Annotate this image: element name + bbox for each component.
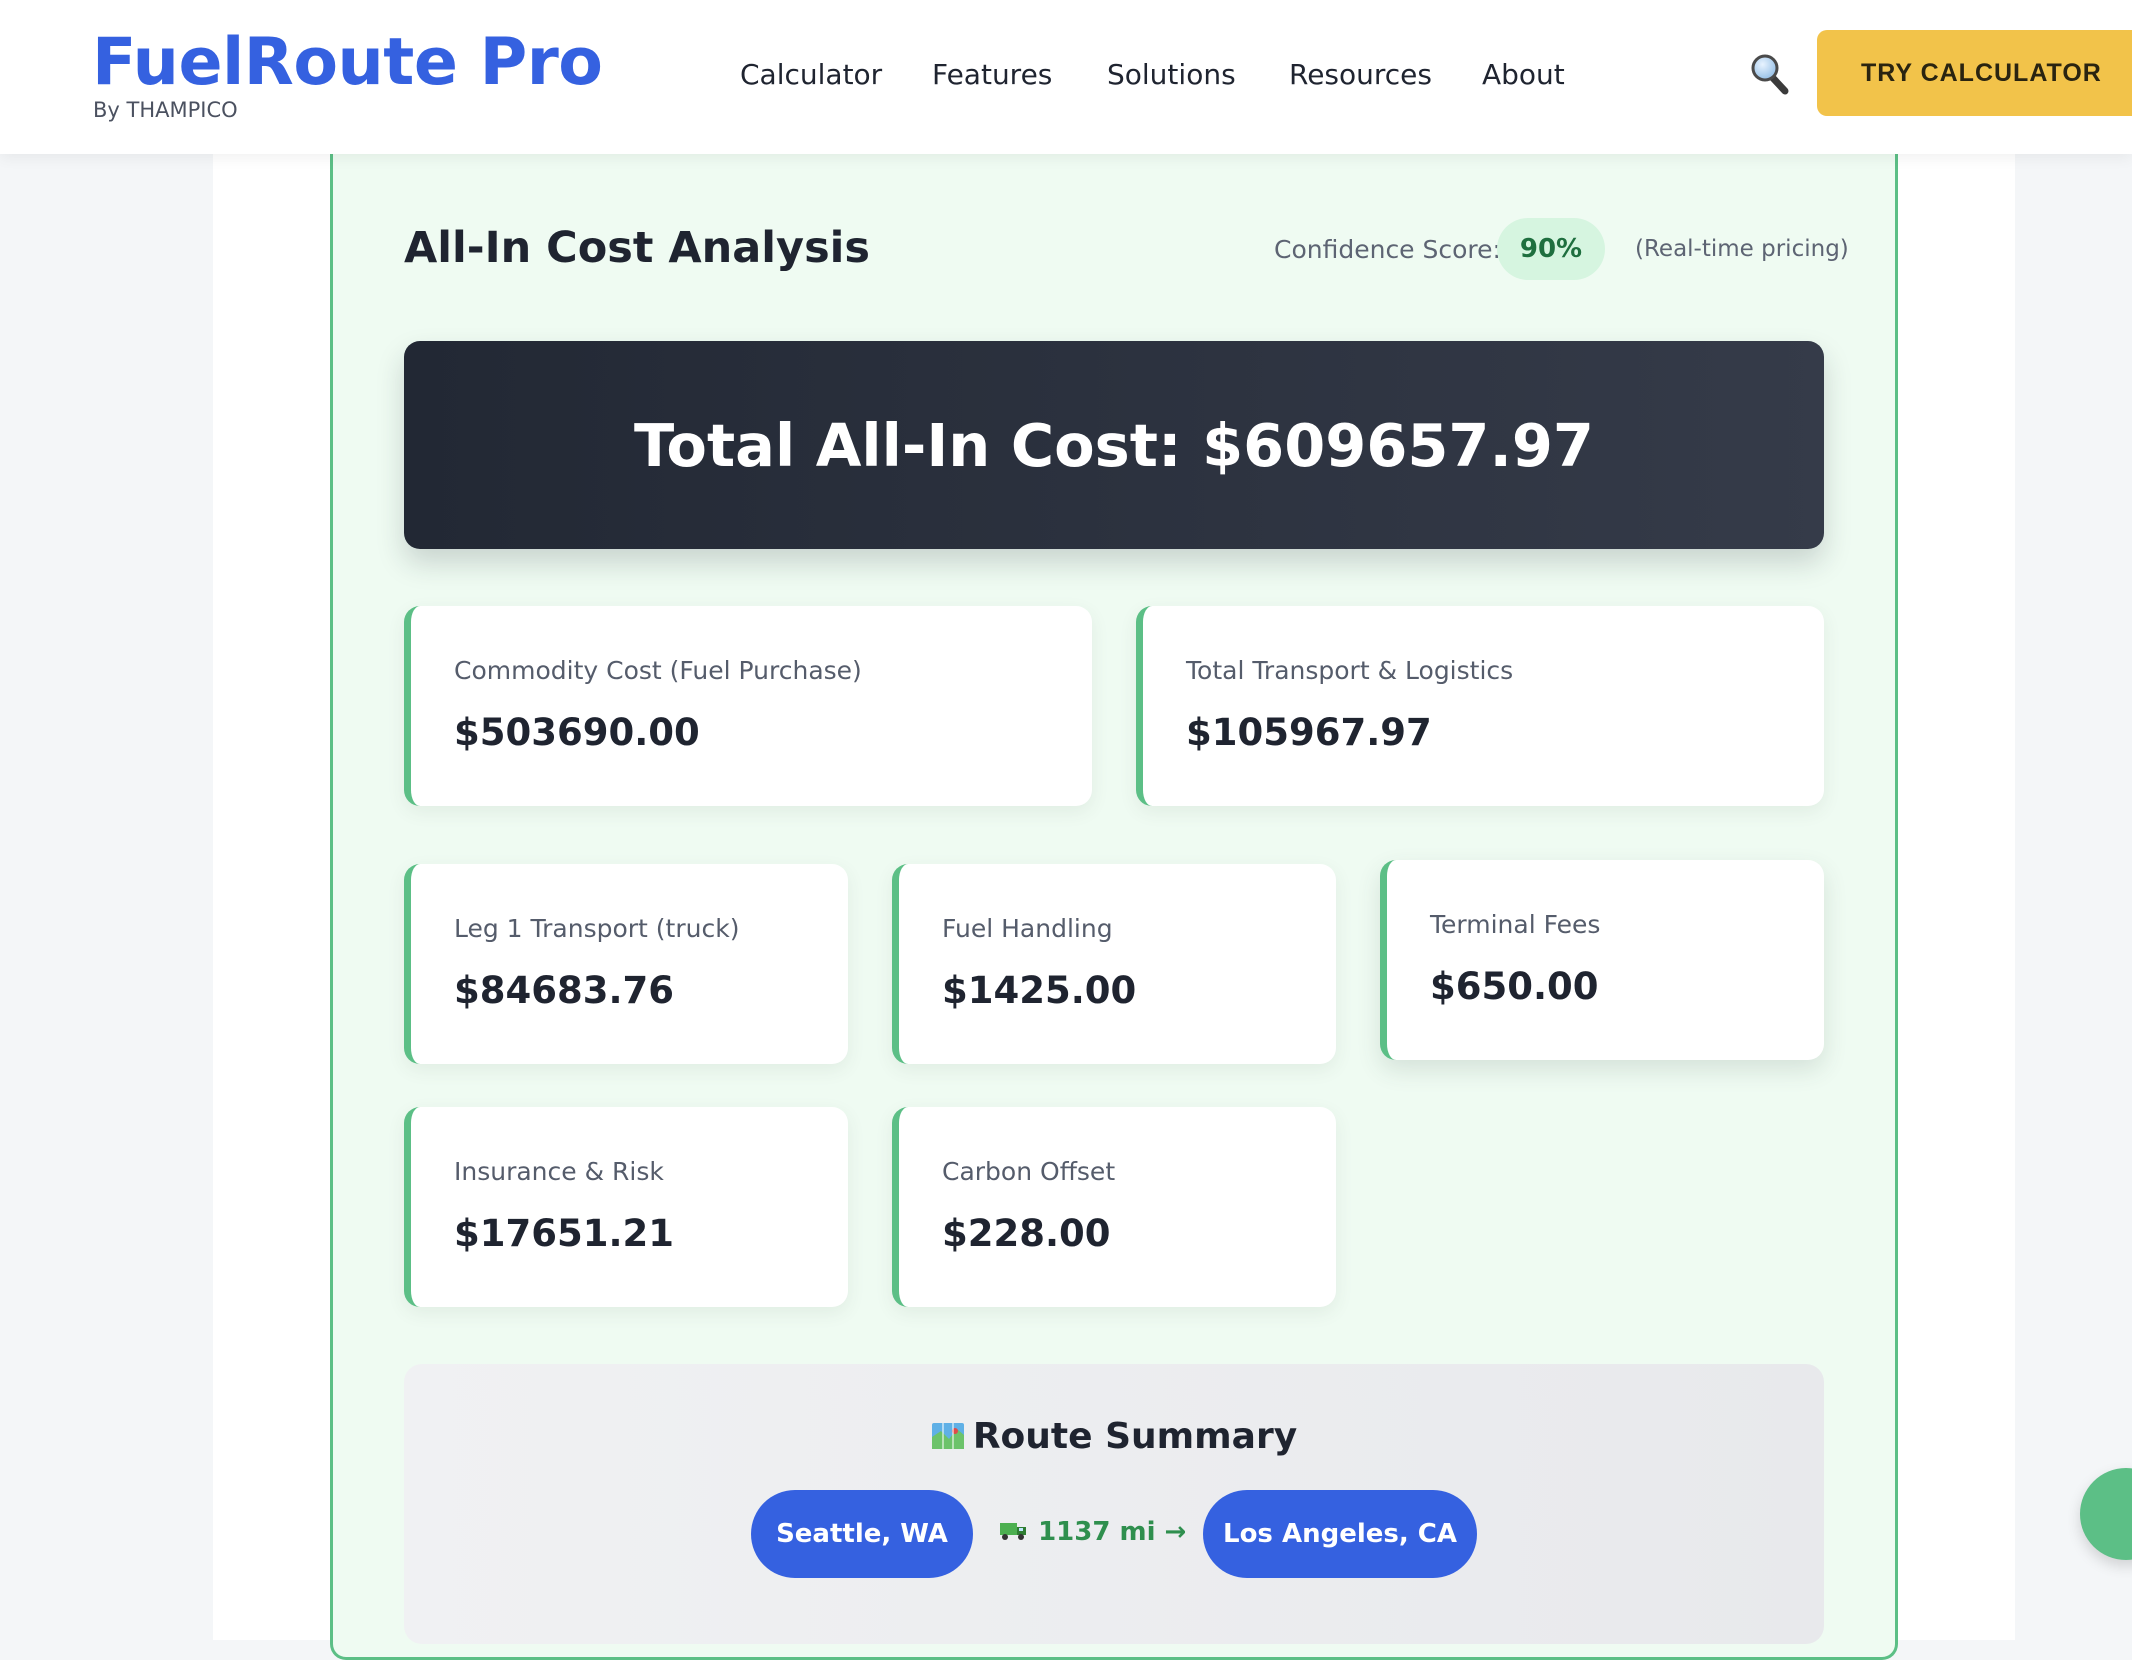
cost-value: $650.00	[1430, 965, 1599, 1008]
cost-value: $1425.00	[942, 969, 1137, 1012]
total-cost-text: Total All-In Cost: $609657.97	[634, 410, 1594, 480]
section-title: All-In Cost Analysis	[404, 223, 871, 273]
cost-label: Leg 1 Transport (truck)	[454, 914, 740, 943]
cost-label: Total Transport & Logistics	[1186, 656, 1514, 685]
terminal-fees-card: Terminal Fees $650.00	[1380, 860, 1824, 1060]
transport-logistics-card: Total Transport & Logistics $105967.97	[1136, 606, 1824, 806]
confidence-badge: 90%	[1497, 218, 1605, 280]
cost-value: $84683.76	[454, 969, 675, 1012]
route-summary-title: Route Summary	[404, 1416, 1824, 1457]
nav-calculator[interactable]: Calculator	[740, 58, 882, 92]
map-icon	[931, 1416, 965, 1457]
nav-solutions[interactable]: Solutions	[1107, 58, 1236, 92]
confidence-label: Confidence Score:	[1274, 235, 1501, 264]
brand-name: FuelRoute Pro	[92, 25, 603, 100]
confidence-note: (Real-time pricing)	[1635, 236, 1849, 262]
search-button[interactable]	[1750, 52, 1790, 96]
nav-features[interactable]: Features	[932, 58, 1052, 92]
cost-label: Insurance & Risk	[454, 1157, 664, 1186]
truck-icon	[999, 1517, 1038, 1547]
fuel-handling-card: Fuel Handling $1425.00	[892, 864, 1336, 1064]
origin-city-pill: Seattle, WA	[751, 1490, 973, 1578]
site-header: FuelRoute Pro By THAMPICO Calculator Fea…	[0, 0, 2132, 154]
route-summary-panel: Route Summary Seattle, WA 1137 mi → Los …	[404, 1364, 1824, 1644]
route-distance: 1137 mi →	[999, 1517, 1186, 1547]
cost-label: Commodity Cost (Fuel Purchase)	[454, 656, 862, 685]
leg1-transport-card: Leg 1 Transport (truck) $84683.76	[404, 864, 848, 1064]
total-cost-banner: Total All-In Cost: $609657.97	[404, 341, 1824, 549]
try-calculator-button[interactable]: TRY CALCULATOR	[1817, 30, 2132, 116]
destination-city-pill: Los Angeles, CA	[1203, 1490, 1477, 1578]
cost-label: Carbon Offset	[942, 1157, 1116, 1186]
commodity-cost-card: Commodity Cost (Fuel Purchase) $503690.0…	[404, 606, 1092, 806]
route-title-text: Route Summary	[972, 1416, 1298, 1457]
cost-value: $228.00	[942, 1212, 1111, 1255]
brand-subtitle: By THAMPICO	[93, 98, 238, 122]
insurance-risk-card: Insurance & Risk $17651.21	[404, 1107, 848, 1307]
distance-text: 1137 mi →	[1038, 1517, 1187, 1547]
nav-about[interactable]: About	[1482, 58, 1565, 92]
carbon-offset-card: Carbon Offset $228.00	[892, 1107, 1336, 1307]
cost-value: $17651.21	[454, 1212, 675, 1255]
cost-value: $105967.97	[1186, 711, 1432, 754]
brand-logo[interactable]: FuelRoute Pro By THAMPICO	[92, 25, 603, 123]
nav-resources[interactable]: Resources	[1289, 58, 1432, 92]
cost-label: Terminal Fees	[1430, 910, 1601, 939]
cost-value: $503690.00	[454, 711, 700, 754]
search-icon	[1751, 54, 1789, 95]
cost-label: Fuel Handling	[942, 914, 1113, 943]
chat-button[interactable]	[2080, 1468, 2132, 1560]
